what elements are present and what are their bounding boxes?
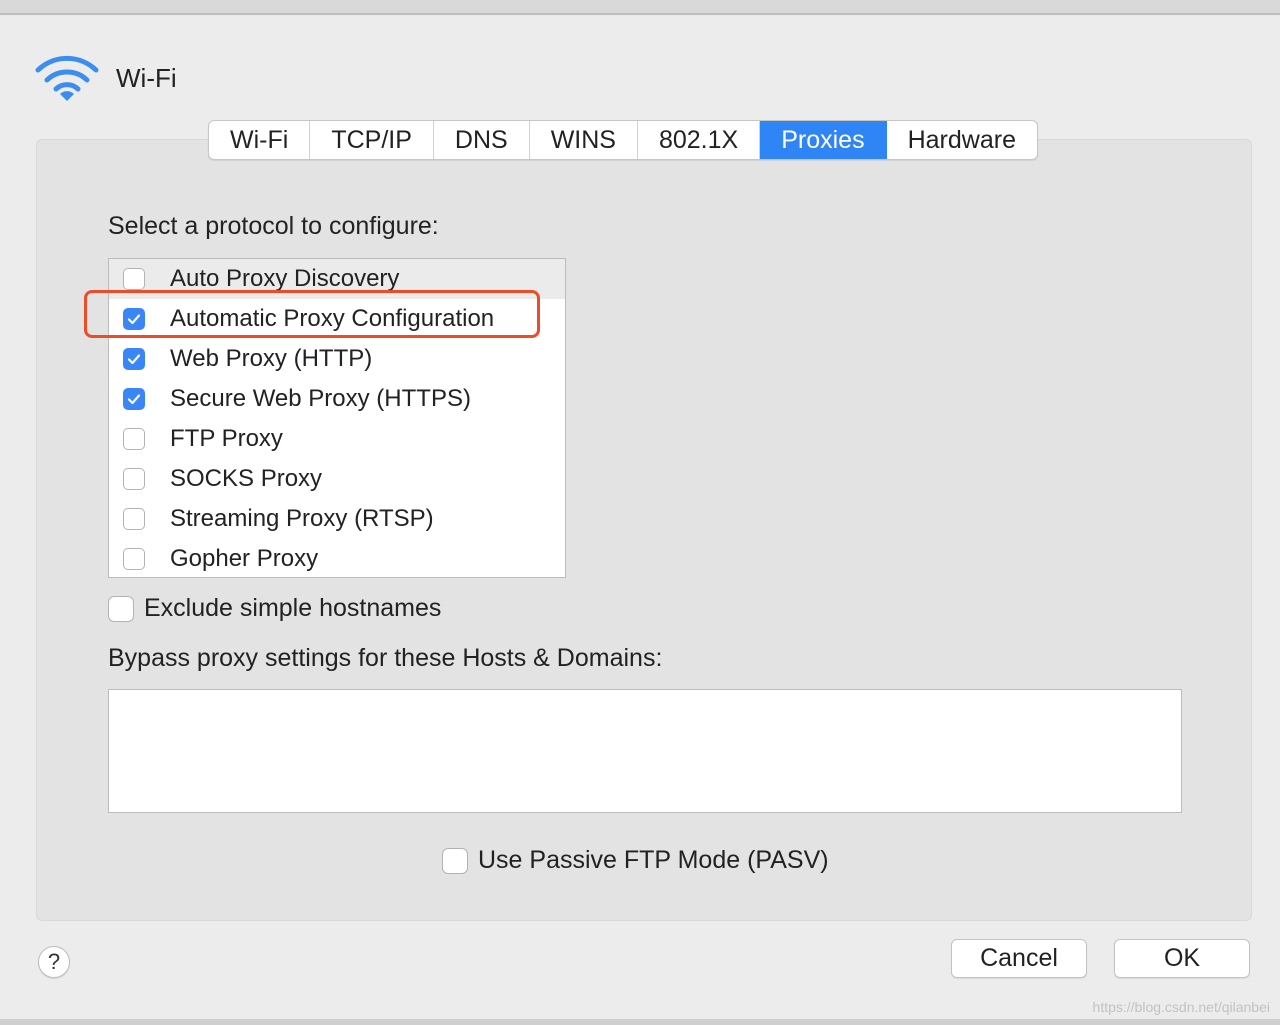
tab-wins[interactable]: WINS bbox=[530, 121, 638, 159]
protocol-row-ftp-proxy[interactable]: FTP Proxy bbox=[109, 419, 565, 459]
wifi-icon bbox=[35, 55, 99, 101]
watermark: https://blog.csdn.net/qilanbei bbox=[1092, 999, 1270, 1015]
protocol-row-secure-web-proxy-https[interactable]: Secure Web Proxy (HTTPS) bbox=[109, 379, 565, 419]
window-header: Wi-Fi bbox=[34, 52, 177, 104]
cancel-button[interactable]: Cancel bbox=[951, 939, 1087, 978]
tab-proxies[interactable]: Proxies bbox=[760, 121, 887, 159]
passive-ftp-checkbox[interactable] bbox=[442, 847, 468, 874]
passive-ftp-mode[interactable]: Use Passive FTP Mode (PASV) bbox=[442, 846, 829, 875]
protocol-label: SOCKS Proxy bbox=[170, 465, 323, 492]
tab-wifi[interactable]: Wi-Fi bbox=[209, 121, 311, 159]
bypass-label: Bypass proxy settings for these Hosts & … bbox=[108, 644, 663, 672]
checkbox[interactable] bbox=[123, 468, 145, 490]
protocol-row-web-proxy-http[interactable]: Web Proxy (HTTP) bbox=[109, 339, 565, 379]
passive-ftp-label: Use Passive FTP Mode (PASV) bbox=[478, 846, 829, 874]
protocol-label: Auto Proxy Discovery bbox=[170, 265, 400, 292]
protocol-select-label: Select a protocol to configure: bbox=[108, 212, 439, 240]
ok-button[interactable]: OK bbox=[1114, 939, 1250, 978]
tab-8021x[interactable]: 802.1X bbox=[638, 121, 761, 159]
window-top-edge bbox=[0, 0, 1280, 15]
window-title: Wi-Fi bbox=[116, 62, 177, 93]
highlight-annotation bbox=[84, 290, 540, 338]
protocol-label: Web Proxy (HTTP) bbox=[170, 345, 373, 372]
bypass-hosts-textarea[interactable] bbox=[108, 689, 1182, 813]
exclude-simple-hostnames[interactable]: Exclude simple hostnames bbox=[108, 594, 441, 623]
help-button[interactable]: ? bbox=[38, 946, 70, 978]
checkbox[interactable] bbox=[123, 548, 145, 570]
checkbox[interactable] bbox=[123, 508, 145, 530]
window-bottom-edge bbox=[0, 1019, 1280, 1025]
protocol-label: FTP Proxy bbox=[170, 425, 283, 452]
checkbox[interactable] bbox=[123, 268, 145, 290]
checkbox[interactable] bbox=[123, 348, 145, 370]
protocol-label: Streaming Proxy (RTSP) bbox=[170, 505, 434, 532]
protocol-row-socks-proxy[interactable]: SOCKS Proxy bbox=[109, 459, 565, 499]
tab-dns[interactable]: DNS bbox=[434, 121, 530, 159]
checkbox[interactable] bbox=[123, 388, 145, 410]
tab-hardware[interactable]: Hardware bbox=[887, 121, 1037, 159]
checkbox[interactable] bbox=[123, 428, 145, 450]
protocol-label: Secure Web Proxy (HTTPS) bbox=[170, 385, 471, 412]
tab-bar: Wi-Fi TCP/IP DNS WINS 802.1X Proxies Har… bbox=[208, 120, 1038, 160]
tab-tcpip[interactable]: TCP/IP bbox=[310, 121, 434, 159]
protocol-label: Gopher Proxy bbox=[170, 545, 319, 572]
protocol-row-streaming-proxy-rtsp[interactable]: Streaming Proxy (RTSP) bbox=[109, 499, 565, 539]
exclude-simple-hostnames-label: Exclude simple hostnames bbox=[144, 594, 442, 622]
protocol-row-gopher-proxy[interactable]: Gopher Proxy bbox=[109, 539, 565, 579]
exclude-simple-hostnames-checkbox[interactable] bbox=[108, 595, 134, 622]
